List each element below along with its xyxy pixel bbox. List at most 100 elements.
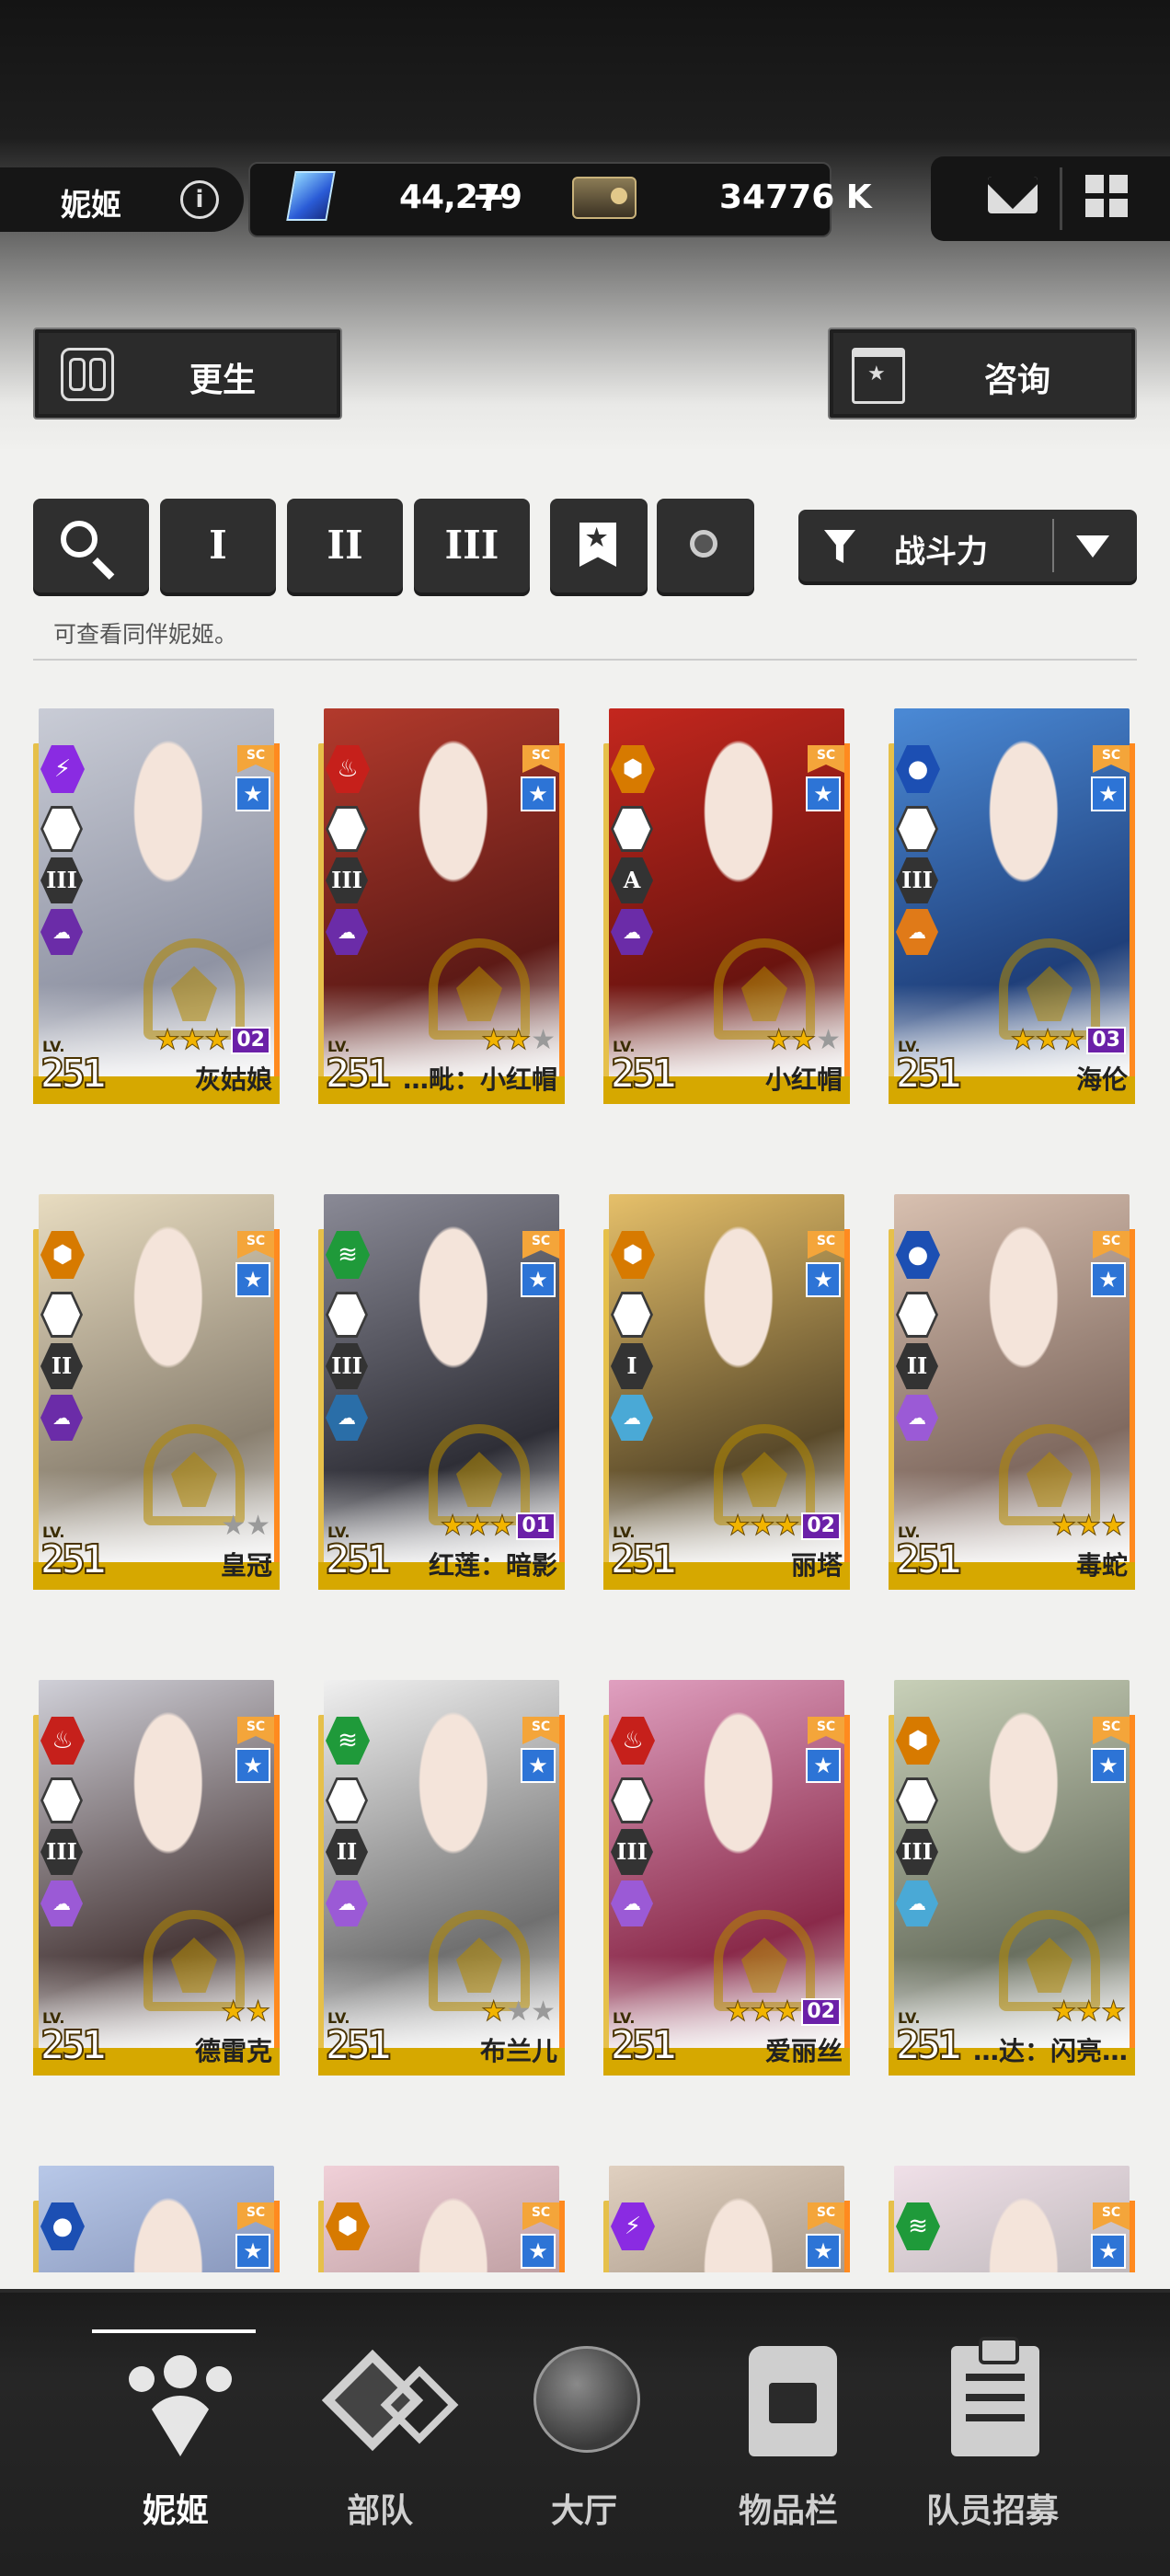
star-icon: ★: [1060, 1024, 1085, 1056]
star-icon: ★: [506, 1024, 532, 1056]
star-icon: ★: [1035, 1024, 1061, 1056]
character-name: 爱丽丝: [764, 2036, 843, 2066]
card-edge: [559, 2201, 565, 2272]
level-value: 251: [40, 1050, 108, 1098]
rebirth-icon: [61, 348, 114, 401]
star-icon: ★: [1076, 1995, 1102, 2028]
lobby-icon: [533, 2346, 640, 2453]
tab-label: 物品栏: [738, 2492, 838, 2530]
rebirth-button[interactable]: 更生: [33, 328, 342, 420]
character-name: 德雷克: [194, 2036, 272, 2066]
favorite-star-icon: ★: [1091, 2234, 1126, 2269]
card-edge: [559, 1715, 565, 2076]
level-value: 251: [895, 2021, 963, 2070]
nikke-card[interactable]: SC ★ ≋ ◎ II ☁ LV. 251 布兰儿 ★ ★ ★: [318, 1652, 565, 2076]
nikke-icon: [125, 2355, 235, 2456]
favorite-star-icon: ★: [1091, 1262, 1126, 1297]
card-edge: [1130, 743, 1135, 1104]
nikke-card[interactable]: SC ★ ⬢ ◎ III ☁ LV. 251 …达：闪亮… ★ ★ ★: [889, 1652, 1135, 2076]
favorite-star-icon: ★: [806, 1262, 841, 1297]
nikke-card[interactable]: SC ★ ⬢ ◎ A ☁ LV. 251 小红帽 ★ ★ ★: [603, 681, 850, 1104]
filter-burst-3[interactable]: III: [414, 499, 530, 592]
star-icon: ★: [179, 1024, 205, 1056]
star-icon: ★: [465, 1510, 490, 1542]
nikke-card[interactable]: SC ★ ⬢: [318, 2138, 565, 2272]
star-icon: ★: [1051, 1510, 1077, 1542]
divider: [33, 659, 1137, 661]
level-value: 251: [40, 2021, 108, 2070]
funnel-icon: [824, 530, 855, 563]
card-edge: [274, 743, 280, 1104]
level-value: 251: [325, 1535, 393, 1584]
calendar-icon: [852, 348, 905, 404]
star-icon: ★: [221, 1995, 247, 2028]
nikke-card[interactable]: SC ★ ● ◎ III ☁ LV. 251 海伦 ★ ★ ★ 03: [889, 681, 1135, 1104]
bookmark-star-icon: [579, 523, 616, 567]
card-edge: [274, 2201, 280, 2272]
nikke-card[interactable]: SC ★ ⚡: [603, 2138, 850, 2272]
nikke-card[interactable]: SC ★ ●: [33, 2138, 280, 2272]
character-name: 海伦: [1075, 1064, 1128, 1095]
favorite-star-icon: ★: [1091, 776, 1126, 811]
limit-break-stars: ★ ★ ★: [766, 1025, 841, 1056]
info-icon[interactable]: i: [180, 180, 219, 219]
search-button[interactable]: [33, 499, 149, 592]
favorite-star-icon: ★: [235, 1748, 270, 1783]
star-icon: ★: [440, 1510, 465, 1542]
favorite-star-icon: ★: [521, 1262, 556, 1297]
star-icon: ★: [1051, 1995, 1077, 2028]
filter-burst-2[interactable]: II: [287, 499, 403, 592]
nikke-card[interactable]: SC ★ ⬢ ◎ I ☁ LV. 251 丽塔 ★ ★ ★ 02: [603, 1167, 850, 1590]
star-icon: ★: [204, 1024, 230, 1056]
core-level-badge: 03: [1086, 1027, 1126, 1054]
star-icon: ★: [725, 1510, 751, 1542]
nikke-card[interactable]: SC ★ ≋ ◎ III ☁ LV. 251 红莲：暗影 ★ ★ ★ 01: [318, 1167, 565, 1590]
circle-icon: [690, 530, 717, 558]
nikke-card[interactable]: SC ★ ≋: [889, 2138, 1135, 2272]
nikke-card[interactable]: SC ★ ♨ ◎ III ☁ LV. 251 德雷克 ★ ★: [33, 1652, 280, 2076]
level-value: 251: [610, 1050, 678, 1098]
star-empty-icon: ★: [246, 1510, 270, 1542]
nikke-card[interactable]: SC ★ ♨ ◎ III ☁ LV. 251 …毗：小红帽 ★ ★ ★: [318, 681, 565, 1104]
divider: [1052, 519, 1054, 572]
nikke-card[interactable]: SC ★ ● ◎ II ☁ LV. 251 毒蛇 ★ ★ ★: [889, 1167, 1135, 1590]
add-gems-icon[interactable]: +: [471, 171, 507, 221]
nikke-card[interactable]: SC ★ ⬢ ◎ II ☁ LV. 251 皇冠 ★ ★: [33, 1167, 280, 1590]
toggle-filter-button[interactable]: [657, 499, 754, 592]
star-icon: ★: [791, 1024, 817, 1056]
tab-squad[interactable]: 部队: [274, 2300, 486, 2530]
tab-recruit[interactable]: 队员招募: [887, 2300, 1098, 2530]
limit-break-stars: ★ ★ ★: [1051, 1510, 1127, 1542]
sort-dropdown[interactable]: 战斗力: [798, 510, 1137, 581]
nikke-card[interactable]: SC ★ ♨ ◎ III ☁ LV. 251 爱丽丝 ★ ★ ★ 02: [603, 1652, 850, 2076]
limit-break-stars: ★ ★: [221, 1995, 271, 2028]
level-value: 251: [610, 2021, 678, 2070]
tab-lobby[interactable]: 大厅: [478, 2300, 690, 2530]
level-value: 251: [610, 1535, 678, 1584]
player-name: 妮姬: [61, 187, 121, 223]
search-icon: [61, 521, 98, 558]
tab-nikke[interactable]: 妮姬: [70, 2300, 281, 2530]
star-empty-icon: ★: [531, 1995, 556, 2028]
limit-break-stars: ★ ★ ★ 02: [155, 1025, 270, 1056]
squad-icon: [327, 2355, 429, 2456]
character-name: 布兰儿: [479, 2036, 557, 2066]
filter-burst-1[interactable]: I: [160, 499, 276, 592]
tab-inventory[interactable]: 物品栏: [682, 2300, 894, 2530]
grid-menu-icon[interactable]: [1085, 175, 1128, 217]
star-icon: ★: [774, 1510, 800, 1542]
star-icon: ★: [489, 1510, 515, 1542]
favorite-star-icon: ★: [806, 2234, 841, 2269]
mail-icon[interactable]: [988, 177, 1038, 213]
character-name: 红莲：暗影: [428, 1550, 557, 1581]
limit-break-stars: ★ ★ ★ 01: [440, 1510, 556, 1542]
star-icon: ★: [1076, 1510, 1102, 1542]
star-icon: ★: [750, 1995, 775, 2028]
level-value: 251: [895, 1050, 963, 1098]
nikke-card[interactable]: SC ★ ⚡ ◎ III ☁ LV. 251 灰姑娘 ★ ★ ★ 02: [33, 681, 280, 1104]
core-level-badge: 02: [231, 1027, 270, 1054]
consult-button[interactable]: 咨询: [828, 328, 1137, 420]
favorite-star-icon: ★: [235, 2234, 270, 2269]
limit-break-stars: ★ ★ ★: [1051, 1995, 1127, 2028]
favorite-filter-button[interactable]: [550, 499, 648, 592]
